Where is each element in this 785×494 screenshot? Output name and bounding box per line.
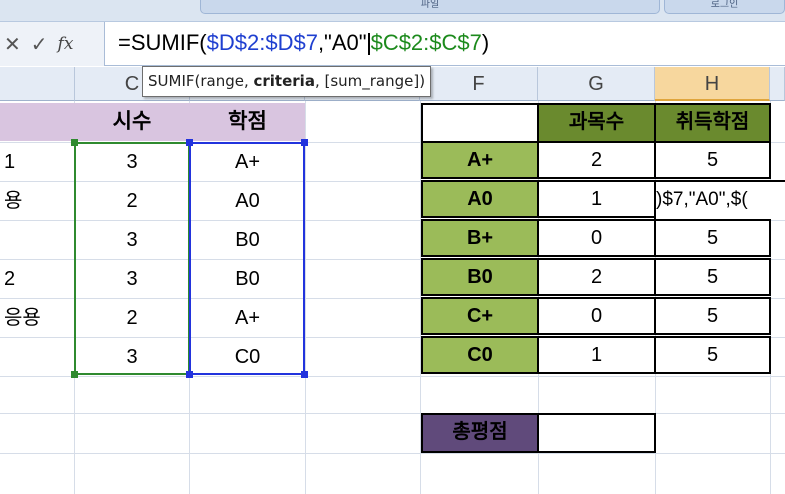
count-cell[interactable]: 0: [537, 219, 656, 257]
tooltip-rest: , [sum_range]): [314, 72, 426, 90]
tooltip-criteria: criteria: [253, 72, 315, 90]
text-caret: [367, 33, 370, 56]
row-stub[interactable]: [0, 222, 74, 258]
range-handle[interactable]: [71, 139, 78, 146]
header-hours[interactable]: 시수: [75, 104, 189, 140]
grade-label[interactable]: A0: [421, 180, 539, 218]
grade-label[interactable]: C0: [421, 336, 539, 374]
range-handle[interactable]: [301, 371, 308, 378]
count-cell[interactable]: 2: [537, 141, 656, 179]
count-cell[interactable]: 0: [537, 297, 656, 335]
cancel-icon[interactable]: ✕: [4, 32, 21, 56]
credits-cell[interactable]: 5: [654, 297, 771, 335]
total-gpa-label[interactable]: 총평점: [421, 413, 539, 453]
ribbon-tab-label-right: 로그인: [710, 0, 739, 10]
column-header-h[interactable]: H: [655, 67, 770, 101]
count-cell[interactable]: 2: [537, 258, 656, 296]
credits-cell[interactable]: 5: [654, 141, 771, 179]
formula-prefix: =SUMIF(: [118, 30, 207, 55]
column-header-i[interactable]: [770, 67, 785, 101]
grid-line: [0, 413, 785, 414]
formula-range1: $D$2:$D$7: [206, 30, 318, 55]
header-course-count[interactable]: 과목수: [537, 103, 656, 143]
grid-line: [0, 453, 785, 454]
total-gpa-value[interactable]: [537, 413, 656, 453]
enter-icon[interactable]: ✓: [31, 32, 48, 56]
column-header-g[interactable]: G: [538, 67, 655, 101]
formula-bar-buttons: ✕ ✓ fx: [0, 22, 105, 66]
column-header-f[interactable]: F: [420, 67, 538, 101]
range-highlight-blue: [189, 142, 305, 375]
count-cell[interactable]: 1: [537, 336, 656, 374]
credits-cell-editing[interactable]: )$7,"A0",$(: [654, 180, 785, 220]
credits-cell[interactable]: 5: [654, 258, 771, 296]
ribbon-group-tab[interactable]: 파일: [200, 0, 660, 14]
count-cell[interactable]: 1: [537, 180, 656, 218]
range-handle[interactable]: [71, 371, 78, 378]
row-stub[interactable]: 2: [0, 261, 74, 297]
ribbon-group-tab-right[interactable]: 로그인: [664, 0, 785, 14]
grid-line: [0, 376, 785, 377]
formula-criteria: ,"A0": [317, 30, 367, 55]
function-tooltip: SUMIF(range, criteria, [sum_range]): [142, 66, 432, 97]
right-table-corner[interactable]: [421, 103, 539, 143]
formula-suffix: ): [481, 30, 490, 55]
ribbon-tab-label: 파일: [420, 0, 440, 10]
grade-label[interactable]: B+: [421, 219, 539, 257]
grade-label[interactable]: B0: [421, 258, 539, 296]
row-stub[interactable]: 1: [0, 144, 74, 180]
range-handle[interactable]: [186, 139, 193, 146]
grade-label[interactable]: C+: [421, 297, 539, 335]
formula-input[interactable]: =SUMIF($D$2:$D$7,"A0" $C$2:$C$7): [118, 28, 489, 58]
formula-range2: $C$2:$C$7: [370, 30, 482, 55]
range-handle[interactable]: [186, 371, 193, 378]
insert-function-icon[interactable]: fx: [58, 34, 74, 54]
credits-cell[interactable]: 5: [654, 219, 771, 257]
credits-cell[interactable]: 5: [654, 336, 771, 374]
grade-label[interactable]: A+: [421, 141, 539, 179]
column-header-blank[interactable]: [0, 67, 75, 101]
header-grade[interactable]: 학점: [190, 104, 305, 140]
tooltip-fn: SUMIF(range,: [148, 72, 254, 90]
range-handle[interactable]: [301, 139, 308, 146]
header-earned-credits[interactable]: 취득학점: [654, 103, 771, 143]
row-stub[interactable]: [0, 339, 74, 375]
row-stub[interactable]: 응용: [0, 300, 74, 336]
row-stub[interactable]: 용: [0, 183, 74, 219]
range-highlight-green: [74, 142, 190, 375]
